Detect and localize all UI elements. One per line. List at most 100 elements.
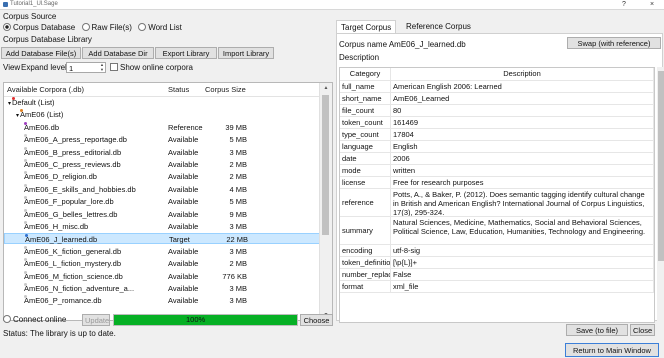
tree-row-label: AmE06_J_learned.db xyxy=(25,235,98,245)
close-button[interactable]: Close xyxy=(630,324,655,336)
radio-corpus-database[interactable]: Corpus Database xyxy=(3,23,75,32)
swap-with-reference-button[interactable]: Swap (with reference) xyxy=(567,37,661,49)
tree-row[interactable]: AmE06_B_press_editorial.db Available 3 MB xyxy=(4,146,320,158)
col-corpus-size[interactable]: Corpus Size xyxy=(205,83,246,96)
tree-row-status: Available xyxy=(168,271,199,281)
spinner-arrows-icon[interactable]: ▲ ▼ xyxy=(99,62,105,72)
col-description[interactable]: Description xyxy=(391,68,654,81)
table-cell-description[interactable]: English xyxy=(391,141,654,153)
tree-row-size: 3 MB xyxy=(229,246,247,256)
col-status[interactable]: Status xyxy=(168,83,189,96)
tree-row-label: AmE06_D_religion.db xyxy=(24,172,97,182)
table-cell-description[interactable]: Free for research purposes xyxy=(391,177,654,189)
description-scrollbar[interactable] xyxy=(657,67,664,323)
export-library-button[interactable]: Export Library xyxy=(155,47,217,59)
tree-row-label: AmE06_H_misc.db xyxy=(24,222,89,231)
table-cell-description[interactable]: AmE06_Learned xyxy=(391,93,654,105)
table-cell-description[interactable]: Potts, A., & Baker, P. (2012). Does sema… xyxy=(391,189,654,217)
table-cell-description[interactable]: written xyxy=(391,165,654,177)
tree-row-label: AmE06_M_fiction_science.db xyxy=(24,271,123,281)
description-label: Description xyxy=(339,53,380,62)
tree-row[interactable]: AmE06_F_popular_lore.db Available 5 MB xyxy=(4,196,320,207)
tree-row-size: 2 MB xyxy=(229,160,247,169)
tree-row-status: Available xyxy=(168,184,199,194)
tab-target-corpus[interactable]: Target Corpus xyxy=(336,20,397,33)
radio-icon xyxy=(3,315,11,323)
tree-row-status: Reference xyxy=(168,122,203,132)
tree-row-size: 2 MB xyxy=(229,259,247,269)
tree-row[interactable]: AmE06_P_romance.db Available 3 MB xyxy=(4,295,320,306)
tree-row[interactable]: AmE06_H_misc.db Available 3 MB xyxy=(4,221,320,232)
radio-word-list[interactable]: Word List xyxy=(138,23,182,32)
tree-row[interactable]: AmE06_K_fiction_general.db Available 3 MB xyxy=(4,245,320,257)
corpus-name-value: AmE06_J_learned.db xyxy=(388,40,466,49)
radio-raw-files[interactable]: Raw File(s) xyxy=(81,23,132,32)
download-progress-bar: 100% xyxy=(113,314,298,326)
tree-row[interactable]: AmE06_J_learned.db Target 22 MB xyxy=(4,233,320,245)
tree-row-size: 3 MB xyxy=(229,147,247,157)
tree-row-name: AmE06_J_learned.db xyxy=(25,234,97,245)
return-to-main-window-button[interactable]: Return to Main Window xyxy=(565,343,659,357)
expand-level-spinner[interactable]: 1 ▲ ▼ xyxy=(66,62,106,73)
table-cell-description[interactable]: 80 xyxy=(391,105,654,117)
tree-row[interactable]: AmE06_E_skills_and_hobbies.db Available 4 … xyxy=(4,183,320,195)
tree-row[interactable]: AmE06.db Reference 39 MB xyxy=(4,121,320,133)
tab-reference-corpus[interactable]: Reference Corpus xyxy=(402,20,475,33)
table-cell-category: short_name xyxy=(340,93,391,105)
tree-scrollbar[interactable]: ▲ ▼ xyxy=(319,83,332,320)
col-category[interactable]: Category xyxy=(340,68,391,81)
add-database-files-button[interactable]: Add Database File(s) xyxy=(1,47,81,59)
import-library-button[interactable]: Import Library xyxy=(218,47,274,59)
tree-row-size: 9 MB xyxy=(229,209,247,219)
table-cell-description[interactable]: American English 2006: Learned xyxy=(391,81,654,93)
expand-chevron-icon[interactable]: ▾ xyxy=(16,113,19,119)
scrollbar-thumb[interactable] xyxy=(658,71,664,261)
scrollbar-thumb[interactable] xyxy=(322,95,329,235)
tree-row[interactable]: AmE06_A_press_reportage.db Available 5 MB xyxy=(4,134,320,145)
tree-row[interactable]: AmE06_C_press_reviews.db Available 2 MB xyxy=(4,159,320,170)
tree-row-label: AmE06_E_skills_and_hobbies.db xyxy=(24,184,136,194)
choose-button[interactable]: Choose xyxy=(300,314,333,326)
save-to-file-button[interactable]: Save (to file) xyxy=(566,324,628,336)
expand-level-value: 1 xyxy=(69,64,74,73)
table-cell-description[interactable]: False xyxy=(391,269,654,281)
expand-chevron-icon[interactable]: ▾ xyxy=(8,101,11,107)
table-cell-description[interactable]: Natural Sciences, Medicine, Mathematics,… xyxy=(391,217,654,245)
table-cell-description[interactable]: xml_file xyxy=(391,281,654,293)
tree-row-label: AmE06.db xyxy=(24,122,60,132)
table-cell-description[interactable]: 17804 xyxy=(391,129,654,141)
radio-icon xyxy=(81,23,90,31)
show-online-checkbox[interactable]: Show online corpora xyxy=(110,62,193,73)
corpora-tree[interactable]: Available Corpora (.db) Status Corpus Si… xyxy=(3,82,333,321)
table-cell-description[interactable]: 161469 xyxy=(391,117,654,129)
tree-row-size: 5 MB xyxy=(229,135,247,145)
description-table[interactable]: Category Description full_name American Eng… xyxy=(339,67,655,323)
connect-online-radio[interactable]: Connect online xyxy=(3,314,66,325)
tree-row[interactable]: AmE06_L_fiction_mystery.db Available 2 MB xyxy=(4,258,320,269)
tree-row-label: AmE06_P_romance.db xyxy=(24,296,102,306)
table-cell-category: summary xyxy=(340,217,391,245)
tree-row[interactable]: AmE06_G_belles_lettres.db Available 9 MB xyxy=(4,208,320,220)
tree-row[interactable]: AmE06_N_fiction_adventure_a... Available 3… xyxy=(4,283,320,294)
corpus-dot-icon xyxy=(24,146,27,150)
update-button[interactable]: Update xyxy=(82,314,110,326)
table-cell-description[interactable]: utf-8-sig xyxy=(391,245,654,257)
tree-row-name: AmE06_A_press_reportage.db xyxy=(24,134,127,145)
add-database-dir-button[interactable]: Add Database Dir xyxy=(82,47,154,59)
tree-row-label: AmE06_B_press_editorial.db xyxy=(24,147,122,157)
col-available-corpora[interactable]: Available Corpora (.db) xyxy=(7,83,84,96)
tree-row[interactable]: ▾ AmE06 (List) xyxy=(4,109,320,120)
table-cell-description[interactable]: 2006 xyxy=(391,153,654,165)
help-icon[interactable]: ? xyxy=(622,0,626,9)
tree-row-size: 776 KB xyxy=(222,271,247,281)
tree-row[interactable]: AmE06_D_religion.db Available 2 MB xyxy=(4,171,320,182)
tree-row-status: Available xyxy=(168,296,199,306)
target-corpus-panel: Corpus name AmE06_J_learned.db Swap (wit… xyxy=(336,33,664,323)
scroll-up-icon[interactable]: ▲ xyxy=(320,83,332,93)
close-icon[interactable]: × xyxy=(650,0,654,9)
tree-row[interactable]: ▾ Default (List) xyxy=(4,97,320,108)
tree-row-size: 3 MB xyxy=(229,222,247,231)
table-cell-description[interactable]: [\p{L}]+ xyxy=(391,257,654,269)
tree-row[interactable]: AmE06_M_fiction_science.db Available 776 K… xyxy=(4,270,320,282)
library-label: Corpus Database Library xyxy=(3,35,92,44)
